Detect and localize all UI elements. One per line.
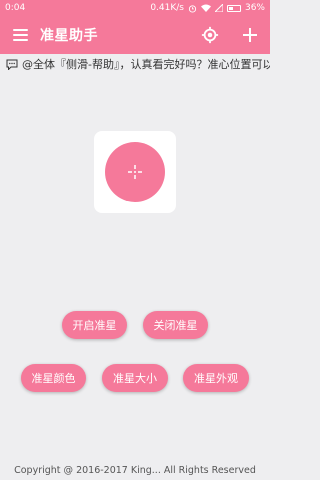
status-bar: 0:04 0.41K/s 36% — [0, 0, 270, 16]
copyright-footer: Copyright @ 2016-2017 King... All Rights… — [14, 465, 256, 476]
hamburger-menu-icon — [12, 29, 28, 41]
wifi-icon — [200, 4, 211, 12]
crosshair-target-icon — [201, 26, 219, 44]
open-crosshair-button[interactable]: 开启准星 — [62, 311, 127, 339]
menu-button[interactable] — [0, 16, 40, 54]
crosshair-color-button[interactable]: 准星颜色 — [21, 364, 86, 392]
app-title: 准星助手 — [40, 28, 98, 44]
add-button[interactable] — [230, 16, 270, 54]
notice-marquee[interactable]: @全体『侧滑-帮助』，认真看完好吗？准心位置可以 — [0, 54, 270, 74]
battery-level: 36% — [244, 3, 265, 13]
notice-text: @全体『侧滑-帮助』，认真看完好吗？准心位置可以 — [22, 58, 270, 71]
crosshair-preview-card — [94, 131, 176, 213]
status-indicators: 0.41K/s 36% — [150, 3, 265, 13]
network-speed: 0.41K/s — [150, 3, 184, 13]
crosshair-icon — [128, 165, 142, 179]
signal-icon — [214, 4, 223, 12]
locate-button[interactable] — [190, 16, 230, 54]
crosshair-style-button[interactable]: 准星外观 — [183, 364, 249, 392]
app-bar: 准星助手 — [0, 16, 270, 54]
status-time: 0:04 — [5, 3, 26, 13]
alarm-icon — [188, 4, 197, 13]
crosshair-preview[interactable] — [105, 142, 165, 202]
crosshair-size-button[interactable]: 准星大小 — [102, 364, 168, 392]
close-crosshair-button[interactable]: 关闭准星 — [143, 311, 208, 339]
chat-bubble-icon — [6, 59, 18, 70]
battery-icon — [226, 4, 241, 12]
plus-icon — [243, 28, 257, 42]
